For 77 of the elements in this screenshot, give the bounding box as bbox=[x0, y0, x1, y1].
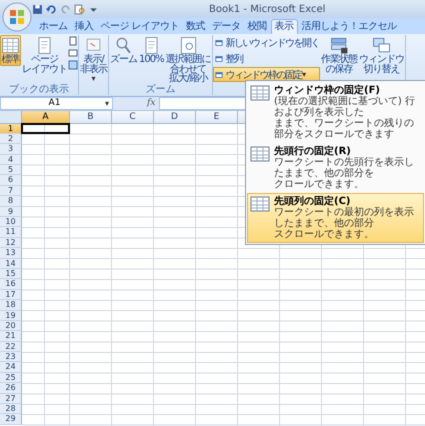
grid-icon bbox=[250, 85, 270, 101]
ribbon-button[interactable]: 表示/ 非表示 ▾ bbox=[79, 35, 108, 84]
insert-function-button[interactable]: fx bbox=[117, 98, 156, 108]
ribbon-tab[interactable]: 表示 bbox=[270, 19, 298, 34]
ribbon-tab[interactable]: 活用しよう！エクセル bbox=[298, 20, 400, 34]
grid-icon bbox=[1, 36, 20, 55]
grid-icon bbox=[250, 196, 270, 212]
active-cell[interactable] bbox=[21, 122, 70, 134]
window-title: Book1 - Microsoft Excel bbox=[209, 4, 326, 14]
ribbon-button[interactable]: 標準 bbox=[0, 35, 21, 66]
ribbon-tab[interactable]: 数式 bbox=[183, 20, 208, 34]
ribbon-small-button[interactable]: ウィンドウ枠の固定▾ bbox=[212, 67, 320, 82]
ribbon-button[interactable]: ページ レイアウト bbox=[21, 35, 68, 75]
row-header[interactable]: 7 bbox=[0, 186, 22, 196]
ribbon-tab[interactable]: データ bbox=[209, 20, 244, 34]
save-icon[interactable] bbox=[32, 4, 43, 14]
magnifier-icon bbox=[114, 36, 133, 55]
row-header[interactable]: 2 bbox=[0, 134, 22, 144]
window-icon bbox=[214, 54, 224, 62]
row-header[interactable]: 5 bbox=[0, 165, 22, 176]
row-header[interactable]: 27 bbox=[0, 394, 22, 404]
row-header[interactable]: 14 bbox=[0, 258, 22, 269]
row-header[interactable]: 18 bbox=[0, 300, 22, 311]
row-header[interactable]: 29 bbox=[0, 414, 22, 425]
row-header[interactable]: 23 bbox=[0, 352, 22, 362]
row-header[interactable]: 4 bbox=[0, 154, 22, 166]
ribbon-tab[interactable]: ホーム bbox=[36, 20, 70, 34]
row-header[interactable]: 25 bbox=[0, 372, 22, 384]
row-header[interactable]: 28 bbox=[0, 404, 22, 414]
row-header[interactable]: 13 bbox=[0, 248, 22, 259]
column-header[interactable]: A bbox=[22, 110, 70, 122]
window-icon bbox=[214, 38, 224, 46]
page-magnifier-icon bbox=[178, 36, 198, 55]
row-header[interactable]: 9 bbox=[0, 206, 22, 218]
undo-icon[interactable] bbox=[46, 4, 57, 14]
column-header[interactable]: B bbox=[70, 110, 112, 122]
row-header[interactable]: 26 bbox=[0, 383, 22, 394]
row-header[interactable]: 19 bbox=[0, 310, 22, 321]
row-header[interactable]: 17 bbox=[0, 290, 22, 300]
row-header[interactable]: 16 bbox=[0, 279, 22, 290]
ribbon-button[interactable]: 作業状態 の保存 bbox=[320, 35, 358, 75]
row-header[interactable]: 22 bbox=[0, 342, 22, 352]
row-header[interactable]: 8 bbox=[0, 196, 22, 207]
ribbon-small-button[interactable]: 新しいウィンドウを開く bbox=[212, 35, 320, 50]
name-box[interactable]: A1 ▾ bbox=[0, 96, 113, 110]
row-header[interactable]: 20 bbox=[0, 320, 22, 332]
full-screen-icon[interactable] bbox=[68, 60, 78, 70]
row-header[interactable]: 6 bbox=[0, 175, 22, 186]
ribbon-button[interactable]: ウィンドウ 切り替え bbox=[358, 35, 406, 75]
windows-icon bbox=[372, 36, 392, 55]
ribbon-small-button[interactable]: 整列 bbox=[212, 51, 320, 66]
ribbon-button[interactable]: 選択範囲に 合わせて 拡大/縮小 bbox=[164, 35, 212, 84]
group-label: ブックの表示 bbox=[8, 84, 70, 94]
print-preview-icon[interactable] bbox=[74, 4, 85, 14]
grid-icon bbox=[250, 146, 270, 162]
menu-item[interactable]: 先頭列の固定(C) ワークシートの最初の列を表示したままで、他の部分 スクロールできます。 bbox=[247, 193, 424, 243]
column-header[interactable]: E bbox=[196, 110, 238, 122]
ribbon-tab[interactable]: 挿入 bbox=[72, 20, 96, 34]
row-header[interactable]: 24 bbox=[0, 362, 22, 373]
column-header[interactable]: C bbox=[112, 110, 154, 122]
ribbon-button[interactable]: 100% bbox=[138, 35, 165, 66]
window-icon bbox=[214, 70, 224, 78]
row-header[interactable]: 11 bbox=[0, 227, 22, 238]
row-header[interactable]: 21 bbox=[0, 331, 22, 342]
menu-item[interactable]: ウィンドウ枠の固定(F) (現在の選択範囲に基づいて) 行および列を表示した ままで、ワークシートの残りの部分をスクロールできます bbox=[247, 82, 424, 143]
window-icon[interactable] bbox=[68, 48, 78, 58]
column-header[interactable]: D bbox=[154, 110, 196, 122]
page-icon[interactable] bbox=[68, 36, 78, 46]
row-header[interactable]: 10 bbox=[0, 217, 22, 228]
group-label: ズーム bbox=[144, 84, 176, 94]
row-header[interactable]: 3 bbox=[0, 144, 22, 155]
ribbon-tab[interactable]: 校閲 bbox=[244, 20, 270, 34]
ribbon-button[interactable]: ズーム bbox=[109, 35, 138, 66]
menu-item[interactable]: 先頭行の固定(R) ワークシートの先頭行を表示したままで、他の部分を クロールできます。 bbox=[247, 143, 424, 193]
row-header[interactable]: 12 bbox=[0, 238, 22, 248]
ribbon-tab[interactable]: ページ レイアウト bbox=[98, 20, 182, 34]
row-header[interactable]: 15 bbox=[0, 268, 22, 280]
